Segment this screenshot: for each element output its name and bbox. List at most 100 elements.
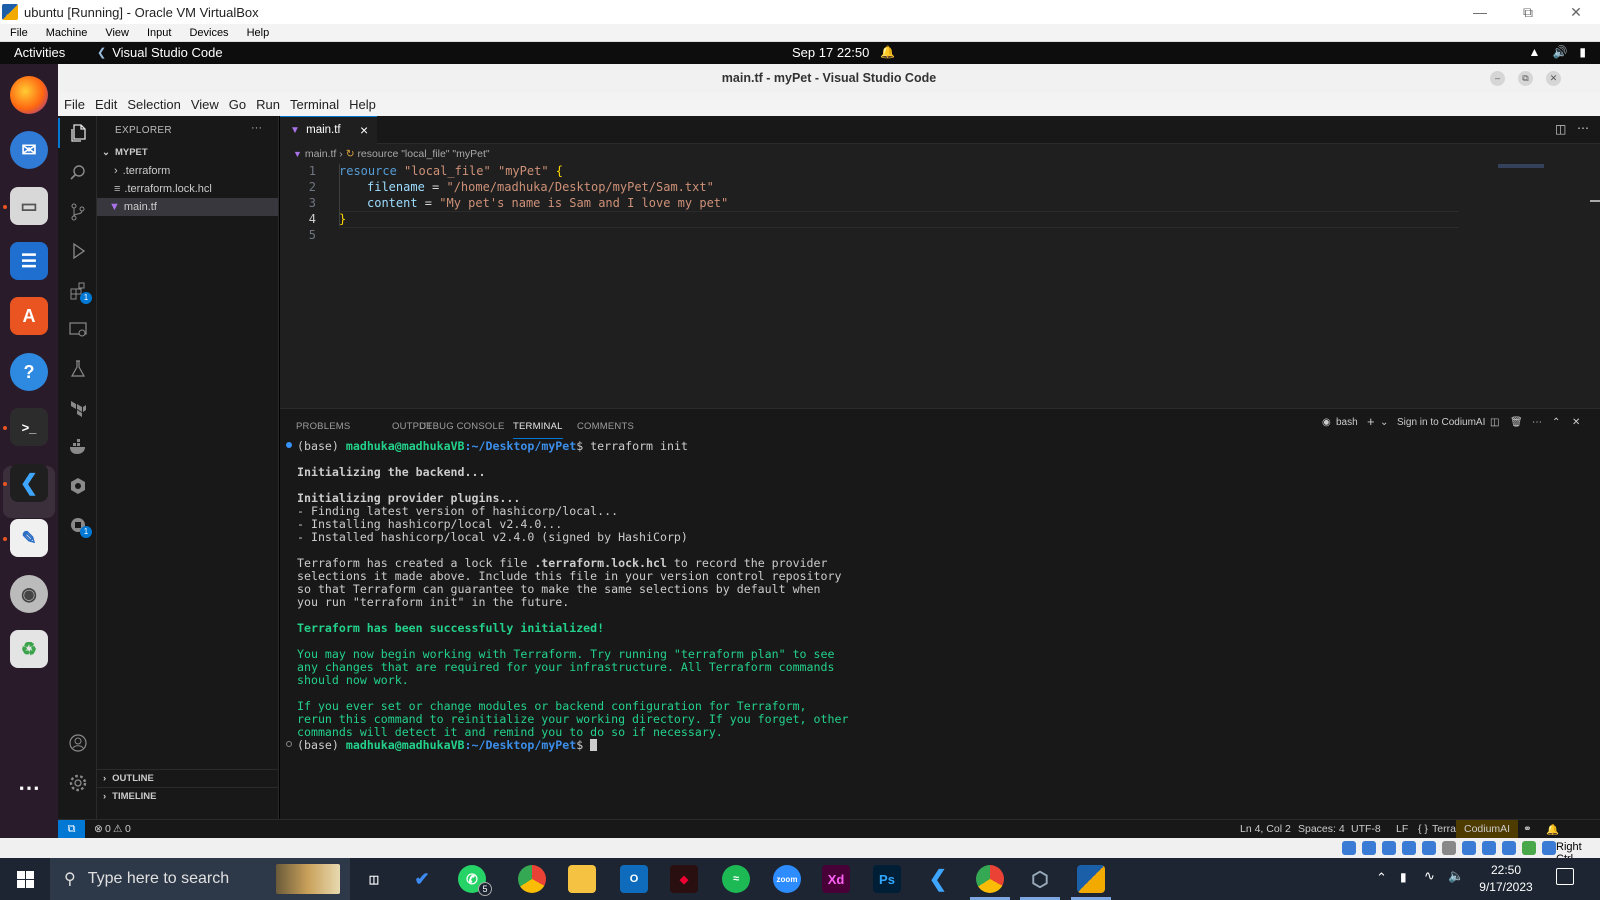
- vscode-close-icon[interactable]: ✕: [1546, 71, 1561, 86]
- vbox-menu-view[interactable]: View: [95, 27, 137, 39]
- virtualbox-cube-icon[interactable]: ⬡: [1026, 865, 1054, 893]
- vbox-optical-icon[interactable]: [1362, 841, 1376, 855]
- terminal-output[interactable]: (base) madhuka@madhukaVB:~/Desktop/myPet…: [280, 440, 1580, 770]
- live-share-icon[interactable]: ⚭: [1523, 823, 1532, 835]
- tree-item-terraform-dir[interactable]: › .terraform: [97, 162, 278, 180]
- photoshop-icon[interactable]: Ps: [873, 865, 901, 893]
- vbox-audio-icon[interactable]: [1382, 841, 1396, 855]
- volume-tray-icon[interactable]: 🔈: [1448, 868, 1464, 884]
- vbox-keyboard-icon[interactable]: [1542, 841, 1556, 855]
- tab-main-tf[interactable]: ▼ main.tf ×: [280, 116, 377, 144]
- cursor-position[interactable]: Ln 4, Col 2: [1240, 823, 1291, 835]
- panel-tab-debug-console[interactable]: DEBUG CONSOLE: [419, 421, 504, 432]
- vbox-network-icon[interactable]: [1402, 841, 1416, 855]
- folder-root-mypet[interactable]: ⌄ MYPET: [97, 144, 278, 162]
- search-icon[interactable]: [58, 158, 97, 188]
- new-terminal-icon[interactable]: +: [1367, 414, 1375, 429]
- run-debug-icon[interactable]: [58, 236, 97, 266]
- explorer-more-actions[interactable]: ···: [251, 122, 262, 134]
- end-of-line[interactable]: LF: [1396, 823, 1408, 835]
- timeline-section[interactable]: › TIMELINE: [97, 787, 278, 805]
- wifi-tray-icon[interactable]: ∿: [1424, 868, 1435, 884]
- zoom-icon[interactable]: zoom: [773, 865, 801, 893]
- breadcrumb-file[interactable]: main.tf: [305, 148, 337, 160]
- accounts-icon[interactable]: [58, 728, 97, 758]
- notifications-bell-icon[interactable]: 🔔: [1546, 823, 1559, 836]
- terminal-icon[interactable]: >_: [10, 408, 48, 446]
- split-editor-icon[interactable]: ◫: [1555, 122, 1566, 136]
- remote-explorer-icon[interactable]: [58, 315, 97, 345]
- codiumai-icon[interactable]: [58, 510, 97, 540]
- errors-icon[interactable]: ⊗: [94, 823, 103, 835]
- codiumai-signin-link[interactable]: Sign in to CodiumAI: [1397, 417, 1485, 428]
- outline-section[interactable]: › OUTLINE: [97, 769, 278, 787]
- gnome-clock[interactable]: Sep 17 22:50: [792, 45, 869, 60]
- tab-close-icon[interactable]: ×: [360, 117, 368, 144]
- trash-icon[interactable]: ♻: [10, 630, 48, 668]
- firefox-icon[interactable]: [10, 76, 48, 114]
- spotify-icon[interactable]: ≈: [722, 865, 750, 893]
- scrollbar-marker[interactable]: [1590, 200, 1600, 202]
- thunderbird-icon[interactable]: ✉: [10, 131, 48, 169]
- vbox-mouse-icon[interactable]: [1522, 841, 1536, 855]
- panel-tab-terminal[interactable]: TERMINAL: [513, 421, 563, 439]
- minimap[interactable]: [1498, 164, 1544, 168]
- indentation[interactable]: Spaces: 4: [1298, 823, 1345, 835]
- files-icon[interactable]: ▭: [10, 187, 48, 225]
- taskbar-search-box[interactable]: ⚲ Type here to search: [50, 858, 350, 900]
- codiumai-status[interactable]: CodiumAI: [1456, 820, 1519, 838]
- battery-tray-icon[interactable]: ▮: [1400, 870, 1407, 884]
- activities-button[interactable]: Activities: [14, 45, 65, 60]
- errors-count[interactable]: 0: [105, 823, 111, 835]
- warnings-count[interactable]: 0: [125, 823, 131, 835]
- disc-icon[interactable]: ◉: [10, 575, 48, 613]
- extensions-icon[interactable]: [58, 276, 97, 306]
- editor-more-icon[interactable]: ⋯: [1577, 121, 1589, 135]
- panel-tab-problems[interactable]: PROBLEMS: [296, 421, 350, 432]
- restore-icon[interactable]: ⧉: [1504, 0, 1552, 24]
- adobe-xd-icon[interactable]: Xd: [822, 865, 850, 893]
- menu-help[interactable]: Help: [344, 97, 381, 112]
- close-icon[interactable]: ✕: [1552, 0, 1600, 24]
- libreoffice-writer-icon[interactable]: ☰: [10, 242, 48, 280]
- tree-item-lock-file[interactable]: ≡ .terraform.lock.hcl: [97, 180, 278, 198]
- vbox-menu-machine[interactable]: Machine: [36, 27, 96, 39]
- menu-run[interactable]: Run: [251, 97, 285, 112]
- vscode-icon[interactable]: ❮: [10, 464, 48, 502]
- app-menu[interactable]: ❮ Visual Studio Code: [97, 45, 223, 60]
- file-explorer-icon[interactable]: [568, 865, 596, 893]
- panel-more-icon[interactable]: ⋯: [1532, 417, 1542, 428]
- code-editor[interactable]: 1 2 3 4 5 resource "local_file" "myPet" …: [280, 164, 1460, 244]
- vbox-menu-devices[interactable]: Devices: [179, 27, 236, 39]
- vbox-cpu-icon[interactable]: [1502, 841, 1516, 855]
- panel-tab-comments[interactable]: COMMENTS: [577, 421, 634, 432]
- chrome-icon[interactable]: [518, 865, 546, 893]
- tree-item-main-tf[interactable]: ▼ main.tf: [97, 198, 278, 216]
- vscode-taskbar-icon[interactable]: ❮: [924, 865, 952, 893]
- menu-edit[interactable]: Edit: [90, 97, 122, 112]
- kill-terminal-trash-icon[interactable]: 🗑: [1510, 417, 1523, 428]
- show-apps-icon[interactable]: ⋯: [10, 769, 48, 807]
- system-tray[interactable]: ▲ 🔊 ▮: [1529, 45, 1586, 59]
- split-terminal-icon[interactable]: ◫: [1490, 417, 1499, 428]
- kubernetes-icon[interactable]: [58, 471, 97, 501]
- docker-icon[interactable]: [58, 432, 97, 462]
- notifications-center-icon[interactable]: [1556, 868, 1574, 885]
- warnings-icon[interactable]: ⚠: [113, 823, 122, 835]
- terraform-icon[interactable]: [58, 393, 97, 423]
- source-control-icon[interactable]: [58, 197, 97, 227]
- chrome-profile-icon[interactable]: [976, 865, 1004, 893]
- show-hidden-icons-chevron-icon[interactable]: ⌃: [1376, 870, 1387, 886]
- chevron-down-icon[interactable]: ⌄: [1380, 417, 1388, 428]
- testing-flask-icon[interactable]: [58, 354, 97, 384]
- minimize-icon[interactable]: —: [1456, 0, 1504, 24]
- vbox-hdd-icon[interactable]: [1342, 841, 1356, 855]
- vscode-restore-icon[interactable]: ⧉: [1518, 71, 1533, 86]
- todo-icon[interactable]: ✔: [408, 865, 436, 893]
- software-center-icon[interactable]: A: [10, 297, 48, 335]
- vbox-menu-help[interactable]: Help: [237, 27, 278, 39]
- explorer-icon[interactable]: [58, 118, 97, 148]
- vbox-display-icon[interactable]: [1462, 841, 1476, 855]
- encoding[interactable]: UTF-8: [1351, 823, 1381, 835]
- menu-file[interactable]: File: [58, 97, 90, 112]
